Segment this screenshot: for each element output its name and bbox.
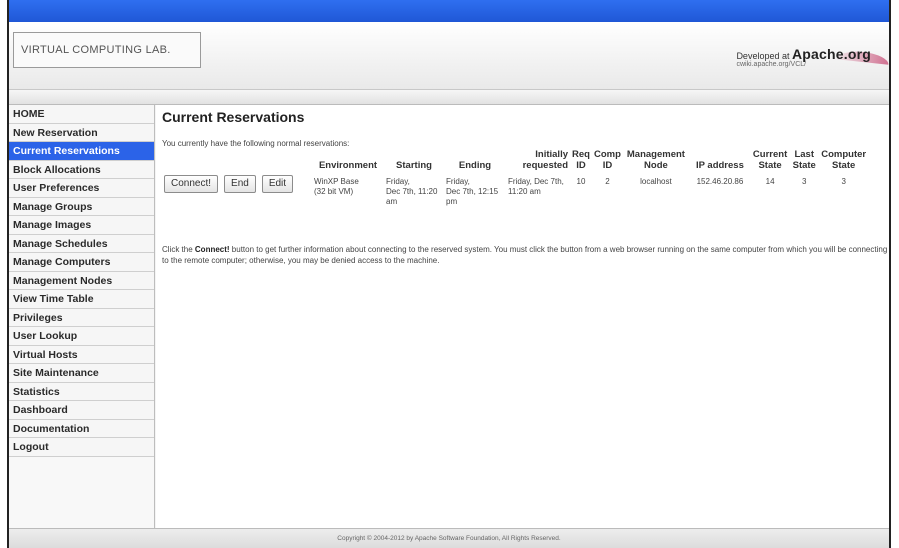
- ending-header: Ending: [444, 149, 506, 171]
- end-line-2: Dec 7th, 12:15: [446, 187, 499, 196]
- top-blue-bar: [9, 0, 889, 22]
- ending-header-text: Ending: [458, 160, 492, 171]
- vcl-logo[interactable]: VIRTUAL COMPUTING LAB.: [13, 32, 201, 68]
- computer-state-cell: 3: [841, 177, 846, 186]
- req-id-cell: 10: [576, 177, 586, 186]
- sidebar-item-new-reservation[interactable]: New Reservation: [9, 123, 154, 142]
- copyright-text: Copyright © 2004-2012 by Apache Software…: [337, 535, 561, 542]
- initially-requested-cell: Friday, Dec 7th, 11:20 am: [506, 171, 570, 207]
- comp-id-text: ID: [602, 160, 613, 171]
- requested-line-2: 11:20 am: [508, 187, 541, 196]
- comp-id-cell: 2: [605, 177, 610, 186]
- actions-cell: Connect! End Edit: [162, 171, 312, 207]
- current-state-text: State: [758, 160, 782, 171]
- computer-state-text: State: [832, 160, 856, 171]
- starting-header: Starting: [396, 160, 432, 171]
- comp-text: Comp: [594, 149, 621, 160]
- developed-prefix: Developed at: [736, 51, 792, 61]
- last-text: Last: [794, 149, 814, 160]
- last-state-cell: 3: [802, 177, 807, 186]
- management-node-cell: localhost: [640, 177, 672, 186]
- sidebar-item-dashboard[interactable]: Dashboard: [9, 401, 154, 420]
- start-line-1: Friday,: [386, 177, 410, 186]
- end-line-1: Friday,: [446, 177, 470, 186]
- ip-address-cell: 152.46.20.86: [696, 177, 744, 186]
- edit-button[interactable]: Edit: [261, 175, 294, 193]
- sidebar-item-documentation[interactable]: Documentation: [9, 419, 154, 438]
- initially-text: Initially: [535, 149, 568, 160]
- sidebar-nav: HOME New Reservation Current Reservation…: [9, 105, 155, 528]
- end-button[interactable]: End: [224, 175, 256, 193]
- sidebar-item-virtual-hosts[interactable]: Virtual Hosts: [9, 345, 154, 364]
- sidebar-item-user-preferences[interactable]: User Preferences: [9, 179, 154, 198]
- sidebar-item-site-maintenance[interactable]: Site Maintenance: [9, 364, 154, 383]
- ip-address-header: IP address: [695, 160, 744, 171]
- info-post: button to get further information about …: [162, 245, 888, 265]
- reservations-table: Environment Starting Ending Initially req…: [162, 149, 868, 207]
- main-content: Current Reservations You currently have …: [156, 105, 889, 528]
- header-subbar: [9, 90, 889, 105]
- end-line-3: pm: [446, 197, 458, 206]
- current-state-header: Current State: [751, 149, 789, 171]
- sidebar-item-manage-groups[interactable]: Manage Groups: [9, 197, 154, 216]
- current-text: Current: [752, 149, 788, 160]
- info-connect-bold: Connect!: [194, 245, 230, 254]
- sidebar-item-privileges[interactable]: Privileges: [9, 308, 154, 327]
- sidebar-item-statistics[interactable]: Statistics: [9, 382, 154, 401]
- current-state-cell: 14: [765, 177, 775, 186]
- environment-header: Environment: [318, 160, 378, 171]
- table-row: Connect! End Edit WinXP Base (32 bit VM) Fr…: [162, 171, 868, 207]
- table-header-row: Environment Starting Ending Initially req…: [162, 149, 868, 171]
- start-line-3: am: [386, 197, 398, 206]
- requested-text: requested: [522, 160, 568, 171]
- sidebar-item-view-time-table[interactable]: View Time Table: [9, 290, 154, 309]
- comp-id-header: Comp ID: [592, 149, 623, 171]
- header: VIRTUAL COMPUTING LAB. Developed at Apac…: [9, 22, 890, 90]
- env-name: WinXP Base: [314, 177, 359, 186]
- req-id-header: Req ID: [570, 149, 592, 171]
- sidebar-item-manage-schedules[interactable]: Manage Schedules: [9, 234, 154, 253]
- initially-requested-header: Initially requested: [506, 149, 570, 171]
- last-state-header: Last State: [789, 149, 819, 171]
- page-title: Current Reservations: [162, 109, 305, 125]
- computer-text: Computer: [821, 149, 867, 160]
- ending-cell: Friday, Dec 7th, 12:15 pm: [444, 171, 506, 207]
- sidebar-item-manage-computers[interactable]: Manage Computers: [9, 253, 154, 272]
- sidebar-item-manage-images[interactable]: Manage Images: [9, 216, 154, 235]
- requested-line-1: Friday, Dec 7th,: [508, 177, 564, 186]
- management-text: Management: [626, 149, 685, 160]
- sidebar-item-user-lookup[interactable]: User Lookup: [9, 327, 154, 346]
- req-text: Req: [572, 149, 590, 160]
- req-id-text: ID: [576, 160, 586, 171]
- management-node-header: Management Node: [623, 149, 689, 171]
- starting-cell: Friday, Dec 7th, 11:20 am: [384, 171, 444, 207]
- actions-header: [162, 149, 312, 171]
- connect-info-text: Click the Connect! button to get further…: [162, 244, 892, 266]
- apache-org-text: Apache.org: [791, 46, 871, 62]
- node-text: Node: [644, 160, 668, 171]
- sidebar-item-home[interactable]: HOME: [9, 105, 154, 124]
- footer: Copyright © 2004-2012 by Apache Software…: [9, 528, 889, 548]
- sidebar-item-logout[interactable]: Logout: [9, 438, 154, 457]
- apache-credit[interactable]: Developed at Apache.org cwiki.apache.org…: [736, 46, 871, 68]
- environment-cell: WinXP Base (32 bit VM): [312, 171, 384, 207]
- app-frame: VIRTUAL COMPUTING LAB. Developed at Apac…: [7, 0, 891, 548]
- developed-at-line: Developed at Apache.org: [736, 46, 871, 62]
- last-state-text: State: [792, 160, 816, 171]
- start-line-2: Dec 7th, 11:20: [386, 187, 438, 196]
- reservations-intro: You currently have the following normal …: [162, 139, 350, 148]
- sidebar-item-management-nodes[interactable]: Management Nodes: [9, 271, 154, 290]
- sidebar-item-block-allocations[interactable]: Block Allocations: [9, 160, 154, 179]
- logo-text: VIRTUAL COMPUTING LAB.: [21, 44, 171, 56]
- info-pre: Click the: [162, 245, 195, 254]
- developed-url: cwiki.apache.org/VCL/: [736, 61, 807, 68]
- sidebar-item-current-reservations[interactable]: Current Reservations: [9, 142, 154, 161]
- connect-button[interactable]: Connect!: [164, 175, 219, 193]
- env-detail: (32 bit VM): [314, 187, 354, 196]
- computer-state-header: Computer State: [819, 149, 868, 171]
